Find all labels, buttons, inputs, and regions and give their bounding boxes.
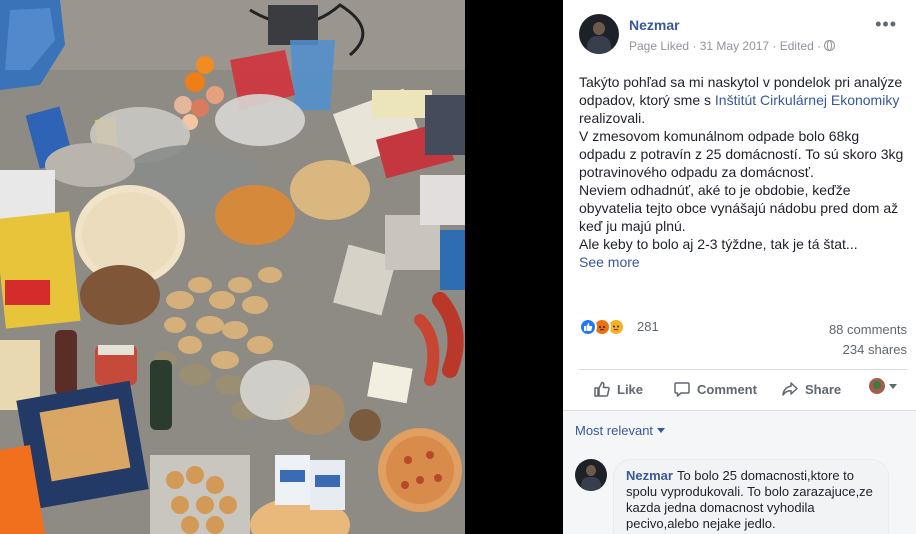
globe-icon <box>824 40 836 51</box>
post-paragraph-1: Takýto pohľad sa mi naskytol v pondelok … <box>579 73 909 127</box>
post-side-panel: Nezmar Page Liked · 31 May 2017 · Edited… <box>563 0 916 534</box>
photo-viewer <box>0 0 563 534</box>
author-name[interactable]: Nezmar <box>629 17 680 33</box>
post-meta-text: Page Liked · 31 May 2017 · Edited · <box>629 39 822 53</box>
post-text: Takýto pohľad sa mi naskytol v pondelok … <box>579 73 909 271</box>
post-photo[interactable] <box>0 0 465 534</box>
share-label: Share <box>805 382 842 397</box>
institute-link[interactable]: Inštitút Cirkulárnej Ekonomiky <box>715 92 899 108</box>
comment-button[interactable]: Comment <box>673 380 757 398</box>
see-more-link[interactable]: See more <box>579 254 640 270</box>
comments-count[interactable]: 88 comments <box>829 322 907 337</box>
like-button[interactable]: Like <box>593 380 643 398</box>
share-button[interactable]: Share <box>781 380 841 398</box>
post-paragraph-4: Ale keby to bolo aj 2-3 týždne, tak je t… <box>579 236 858 252</box>
commenter-name[interactable]: Nezmar <box>626 468 673 483</box>
chevron-down-icon <box>657 428 666 433</box>
post-paragraph-2: V zmesovom komunálnom odpade bolo 68kg o… <box>579 128 904 180</box>
post-actions: Like Comment Share <box>579 374 909 406</box>
comment-bubble: Nezmar To bolo 25 domacnosti,ktore to spo… <box>613 459 889 534</box>
comment-bubble-icon <box>674 382 690 397</box>
like-reaction-icon <box>579 318 597 336</box>
post-text-line-1-end: realizovali. <box>579 110 646 126</box>
chevron-down-icon <box>889 384 897 389</box>
comment-label: Comment <box>697 382 757 397</box>
post-header: Nezmar Page Liked · 31 May 2017 · Edited… <box>579 14 907 54</box>
food-waste-photo <box>0 0 465 534</box>
reaction-as-selector[interactable] <box>869 378 897 394</box>
reactions-bar: 281 88 comments <box>579 318 907 338</box>
shares-count[interactable]: 234 shares <box>843 342 907 357</box>
post-meta: Page Liked · 31 May 2017 · Edited · <box>629 39 836 53</box>
thumbs-up-icon <box>594 381 610 397</box>
comment-sort-dropdown[interactable]: Most relevant <box>575 423 666 438</box>
comments-section: Most relevant Nezmar To bolo 25 domacnost… <box>563 410 916 534</box>
comment-sort-label: Most relevant <box>575 423 654 438</box>
reaction-count[interactable]: 281 <box>637 319 659 334</box>
actions-divider-top <box>579 369 907 370</box>
more-options-icon[interactable]: ••• <box>875 14 897 35</box>
author-avatar[interactable] <box>579 14 619 54</box>
like-label: Like <box>617 382 644 397</box>
page-avatar-icon <box>869 378 885 394</box>
share-arrow-icon <box>782 382 798 396</box>
commenter-avatar[interactable] <box>575 459 607 491</box>
post-paragraph-3: Neviem odhadnúť, aké to je obdobie, keďž… <box>579 182 899 234</box>
